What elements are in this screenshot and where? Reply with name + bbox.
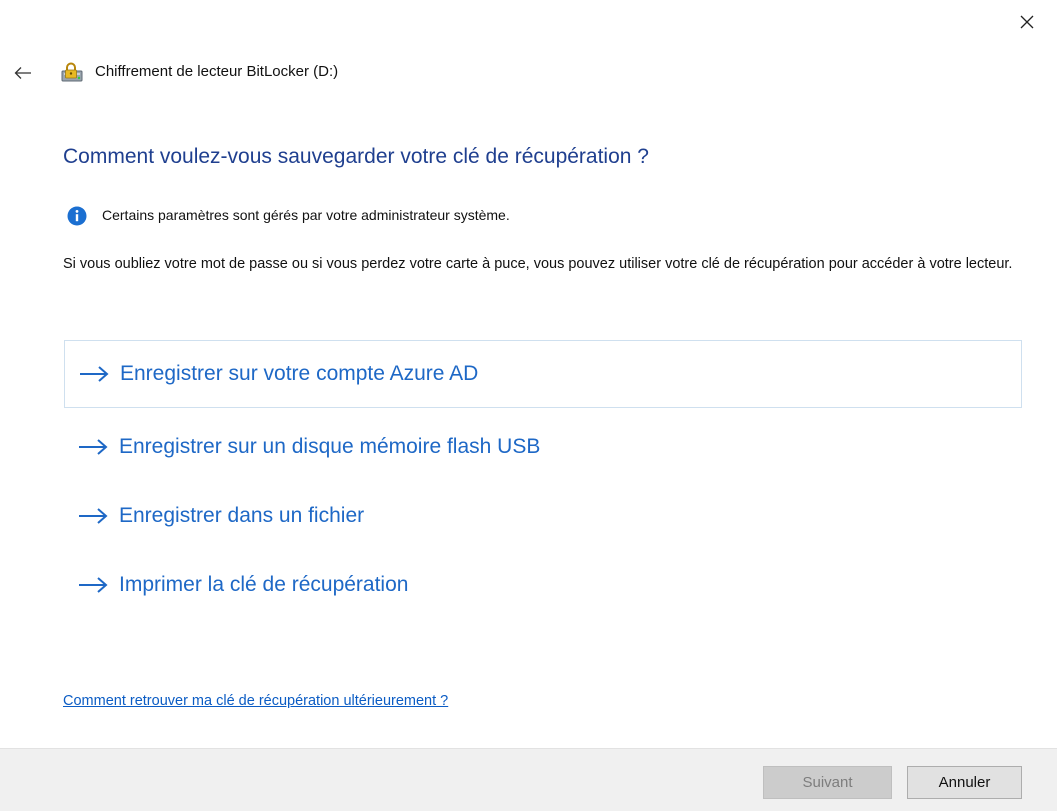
info-icon: [67, 206, 87, 226]
option-label: Enregistrer sur un disque mémoire flash …: [119, 435, 541, 458]
arrow-right-icon: [79, 508, 108, 524]
close-button[interactable]: [1012, 8, 1042, 36]
back-button[interactable]: [8, 60, 38, 86]
help-link[interactable]: Comment retrouver ma clé de récupération…: [63, 693, 448, 709]
footer-bar: [0, 748, 1057, 811]
cancel-button[interactable]: Annuler: [907, 766, 1022, 799]
description-text: Si vous oubliez votre mot de passe ou si…: [63, 256, 1013, 272]
option-label: Enregistrer dans un fichier: [119, 504, 365, 527]
close-icon: [1020, 15, 1034, 29]
option-save-usb[interactable]: Enregistrer sur un disque mémoire flash …: [64, 413, 1022, 481]
option-save-file[interactable]: Enregistrer dans un fichier: [64, 482, 1022, 550]
option-print-key[interactable]: Imprimer la clé de récupération: [64, 551, 1022, 619]
arrow-right-icon: [79, 577, 108, 593]
arrow-right-icon: [80, 366, 109, 382]
option-save-azure-ad[interactable]: Enregistrer sur votre compte Azure AD: [64, 340, 1022, 408]
option-label: Imprimer la clé de récupération: [119, 573, 409, 596]
back-arrow-icon: [14, 67, 31, 79]
admin-managed-notice: Certains paramètres sont gérés par votre…: [102, 207, 510, 223]
arrow-right-icon: [79, 439, 108, 455]
page-heading: Comment voulez-vous sauvegarder votre cl…: [63, 145, 649, 168]
next-button[interactable]: Suivant: [763, 766, 892, 799]
bitlocker-drive-icon: [61, 62, 83, 82]
option-label: Enregistrer sur votre compte Azure AD: [120, 362, 479, 385]
window-title: Chiffrement de lecteur BitLocker (D:): [95, 63, 339, 80]
